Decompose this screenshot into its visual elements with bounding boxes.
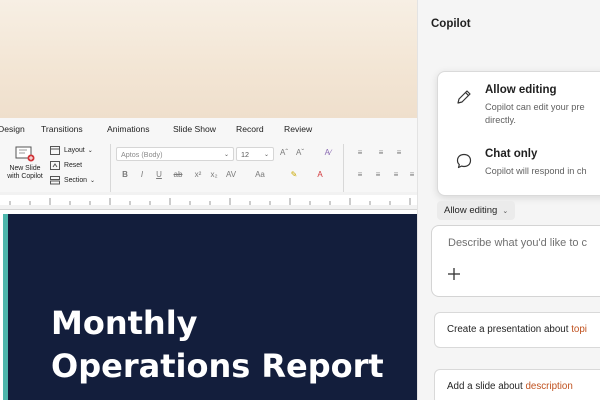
new-slide-label-line1: New Slide <box>9 165 41 172</box>
align-left-icon[interactable]: ≡ <box>353 170 367 179</box>
slide[interactable]: Monthly Operations Report <box>3 214 417 400</box>
window-titlebar <box>0 0 417 118</box>
prompt-placeholder: Describe what you'd like to c <box>448 237 588 249</box>
font-size-combo[interactable]: 12 ⌄ <box>236 147 274 161</box>
new-slide-icon <box>15 146 35 162</box>
new-slide-label-line2: with Copilot <box>7 173 43 180</box>
change-case-icon[interactable]: Aa <box>253 170 267 179</box>
chevron-down-icon: ⌄ <box>223 151 229 158</box>
reset-label: Reset <box>64 161 83 169</box>
grow-font-icon[interactable]: Aˆ <box>277 148 291 157</box>
font-name-combo[interactable]: Aptos (Body) ⌄ <box>116 147 234 161</box>
tab-review[interactable]: Review <box>284 124 312 134</box>
suggestion-add-slide[interactable]: Add a slide about description <box>434 369 600 400</box>
bullets-icon[interactable]: ≡ <box>353 148 367 157</box>
reset-button[interactable]: Reset <box>50 159 82 171</box>
slide-title-line2: Operations Report <box>51 347 384 385</box>
font-color-icon[interactable]: A <box>313 170 327 179</box>
pencil-icon <box>457 90 471 104</box>
superscript-icon[interactable]: x² <box>191 170 205 179</box>
ribbon-tabs: Design Transitions Animations Slide Show… <box>0 118 417 140</box>
font-size-value: 12 <box>241 149 249 159</box>
new-slide-with-copilot-button[interactable]: New Slide with Copilot <box>4 146 46 192</box>
mode-option-chat-only[interactable]: Chat only Copilot will respond in ch <box>438 148 600 198</box>
mode-option-description: Copilot will respond in ch <box>485 166 587 176</box>
chevron-down-icon: ⌄ <box>502 207 509 215</box>
mode-selector-label: Allow editing <box>444 205 498 216</box>
align-right-icon[interactable]: ≡ <box>389 170 403 179</box>
section-icon <box>50 175 60 184</box>
copilot-pane-title: Copilot <box>431 18 471 30</box>
suggestion-placeholder-word: topi <box>571 324 587 335</box>
shrink-font-icon[interactable]: Aˇ <box>293 148 307 157</box>
tab-slide-show[interactable]: Slide Show <box>173 124 216 134</box>
ruler-ticks <box>0 195 417 205</box>
slide-title[interactable]: Monthly Operations Report <box>51 302 411 388</box>
mode-selector-button[interactable]: Allow editing ⌄ <box>437 201 516 220</box>
tab-record[interactable]: Record <box>236 124 264 134</box>
slide-accent-bar <box>3 214 8 400</box>
reset-icon <box>50 160 60 170</box>
mode-option-allow-editing[interactable]: Allow editing Copilot can edit your pre … <box>438 84 600 134</box>
layout-icon <box>50 145 60 155</box>
highlight-color-icon[interactable]: ✎ <box>287 170 301 179</box>
justify-icon[interactable]: ≡ <box>405 170 417 179</box>
chat-bubble-icon <box>456 153 472 169</box>
numbering-icon[interactable]: ≡ <box>374 148 388 157</box>
italic-icon[interactable]: I <box>135 170 149 179</box>
section-label: Section <box>64 176 87 184</box>
mode-option-label: Allow editing <box>485 84 557 96</box>
powerpoint-window: Design Transitions Animations Slide Show… <box>0 0 417 400</box>
tab-transitions[interactable]: Transitions <box>41 124 83 134</box>
tab-animations[interactable]: Animations <box>107 124 150 134</box>
strikethrough-icon[interactable]: ab <box>171 170 185 179</box>
slide-canvas: Monthly Operations Report <box>0 210 417 400</box>
mode-option-description: Copilot can edit your pre directly. <box>485 102 585 125</box>
plus-icon[interactable] <box>446 266 462 282</box>
font-name-value: Aptos (Body) <box>121 149 163 159</box>
layout-label: Layout <box>64 146 85 154</box>
underline-icon[interactable]: U <box>152 170 166 179</box>
suggestion-placeholder-word: description <box>525 381 573 392</box>
subscript-icon[interactable]: x₂ <box>207 170 221 179</box>
chevron-down-icon: ⌄ <box>89 177 96 184</box>
copilot-pane: Copilot Allow editing Copilot can edit y… <box>417 0 600 400</box>
horizontal-ruler <box>0 192 417 210</box>
bold-icon[interactable]: B <box>118 170 132 179</box>
chevron-down-icon: ⌄ <box>263 151 269 158</box>
suggestion-text: Add a slide about <box>447 381 526 392</box>
copilot-prompt-box[interactable]: Describe what you'd like to c <box>431 225 600 297</box>
suggestion-create-presentation[interactable]: Create a presentation about topi <box>434 312 600 348</box>
indent-icon[interactable]: ≡ <box>392 148 406 157</box>
clear-formatting-icon[interactable]: A∕ <box>321 148 335 157</box>
character-spacing-icon[interactable]: AV <box>224 170 238 179</box>
chevron-down-icon: ⌄ <box>87 147 93 154</box>
suggestion-text: Create a presentation about <box>447 324 572 335</box>
slide-title-line1: Monthly <box>51 304 198 342</box>
align-center-icon[interactable]: ≡ <box>371 170 385 179</box>
layout-button[interactable]: Layout ⌄ <box>50 144 93 156</box>
mode-option-label: Chat only <box>485 148 538 160</box>
copilot-mode-menu: Allow editing Copilot can edit your pre … <box>437 71 600 196</box>
tab-design[interactable]: Design <box>0 124 25 134</box>
section-button[interactable]: Section ⌄ <box>50 174 95 186</box>
